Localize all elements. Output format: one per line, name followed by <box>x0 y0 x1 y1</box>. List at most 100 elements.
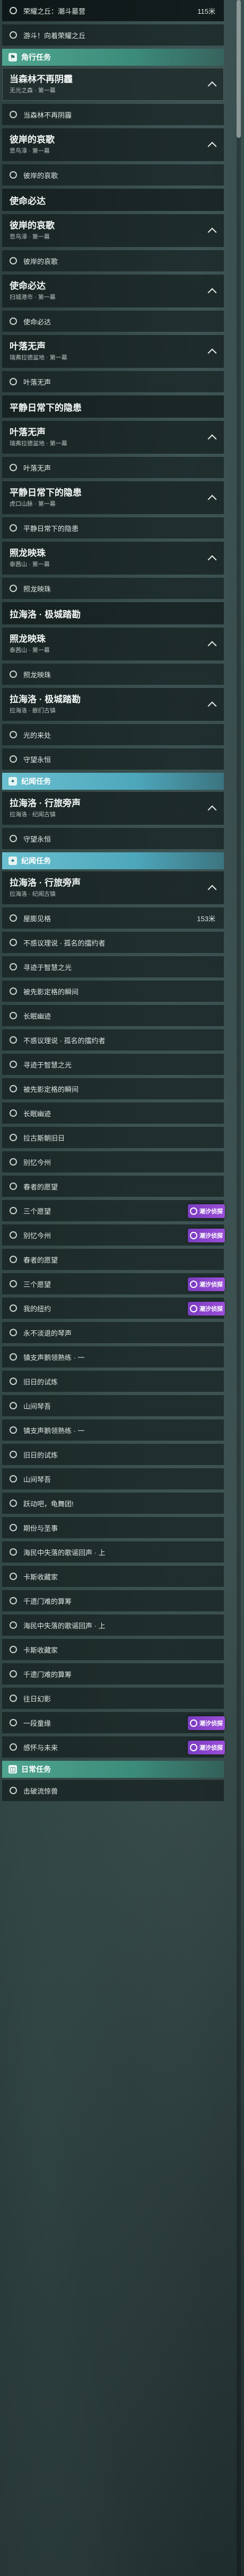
quest-entry[interactable]: 彼岸的哀歌 悲鸟漳 · 第一幕 <box>2 214 224 247</box>
scrollbar-thumb[interactable] <box>237 0 241 138</box>
objective-row[interactable]: 守望永恒 <box>2 748 224 770</box>
objective-circle-icon <box>10 1304 17 1312</box>
quest-subtitle: 拉海洛 · 嵌们古镇 <box>10 708 56 714</box>
objective-row[interactable]: 彼岸的哀歌 <box>2 250 224 271</box>
quest-entry[interactable]: 使命必达 扫城港市 · 第一幕 <box>2 275 224 307</box>
objective-row[interactable]: 被先影定格的瞬间 <box>2 1078 224 1099</box>
objective-label: 海民中失落的歌谣回声 · 上 <box>23 1548 106 1557</box>
objective-row[interactable]: 镇支声鹅领熟练 · 一 <box>2 1419 224 1441</box>
objective-row[interactable]: 不惑议理说 · 孤名的擂约者 <box>2 1029 224 1051</box>
section-header[interactable]: ✦ 纪闻任务 <box>2 852 224 869</box>
chevron-up-icon[interactable] <box>207 641 217 650</box>
objective-row[interactable]: 不惑议理说 · 孤名的擂约者 <box>2 932 224 953</box>
objective-label: 别忆今州 <box>23 1158 51 1167</box>
objective-row[interactable]: 屋膨见格 153米 <box>2 907 224 929</box>
objective-row[interactable]: 被先影定格的瞬间 <box>2 981 224 1002</box>
chevron-up-icon[interactable] <box>207 142 217 151</box>
scrollbar[interactable] <box>237 0 241 2576</box>
objective-row[interactable]: 感怀与未来 潮汐侦探 <box>2 1736 225 1758</box>
chevron-up-icon[interactable] <box>207 348 217 358</box>
quest-entry[interactable]: 照龙映珠 泰茜山 · 第一幕 <box>2 542 224 575</box>
objective-row[interactable]: 海民中失落的歌谣回声 · 上 <box>2 1615 224 1636</box>
objective-row[interactable]: 光的来处 <box>2 724 224 745</box>
objective-row[interactable]: 镇支声鹅领熟练 · 一 <box>2 1346 224 1368</box>
objective-row[interactable]: 当森林不再阴霾 <box>2 104 224 125</box>
quest-entry[interactable]: 拉海洛 · 行旅旁声 拉海洛 · 纪闻古镇 <box>2 792 224 825</box>
objective-row[interactable]: 山间琴吾 <box>2 1395 224 1416</box>
objective-row[interactable]: 寻迹于智慧之光 <box>2 1054 224 1075</box>
objective-row[interactable]: 永不淡退的琴声 <box>2 1322 224 1343</box>
chevron-up-icon[interactable] <box>207 495 217 504</box>
quest-entry[interactable]: 照龙映珠 泰茜山 · 第一幕 <box>2 628 224 660</box>
objective-row[interactable]: 旧日的试炼 <box>2 1371 224 1392</box>
chevron-up-icon[interactable] <box>207 701 217 711</box>
objective-row[interactable]: 寻迹于智慧之光 <box>2 956 224 977</box>
objective-row[interactable]: 跃动吧，龟舞团! <box>2 1493 224 1514</box>
objective-row[interactable]: 期份与圣事 <box>2 1517 224 1538</box>
objective-row[interactable]: 彼岸的哀歌 <box>2 164 224 186</box>
objective-row[interactable]: 照龙映珠 <box>2 578 224 599</box>
objective-row[interactable]: 山间琴吾 <box>2 1468 224 1489</box>
objective-circle-icon <box>10 1670 17 1678</box>
objective-label: 荣耀之丘：潮斗墓营 <box>23 7 86 15</box>
quest-text: 拉海洛 · 行旅旁声 拉海洛 · 纪闻古镇 <box>10 798 209 819</box>
quest-entry[interactable]: 拉海洛 · 行旅旁声 拉海洛 · 纪闻古镇 <box>2 871 224 904</box>
objective-row[interactable]: 荣耀之丘：潮斗墓营 115米 <box>2 0 224 21</box>
chevron-up-icon[interactable] <box>207 885 217 894</box>
quest-entry[interactable]: 平静日常下的隐患虎口山脉 · 第一幕 <box>2 481 224 514</box>
objective-row[interactable]: 长眠幽迹 <box>2 1102 224 1124</box>
quest-entry[interactable]: 叶落无声 瑞弗拉德盆地 · 第一幕 <box>2 335 224 368</box>
quest-title: 平静日常下的隐患 <box>10 488 82 498</box>
watermark-text: 潮汐侦探 <box>199 1233 223 1239</box>
objective-row[interactable]: 春者的愿望 <box>2 1176 224 1197</box>
chevron-up-icon[interactable] <box>207 288 217 297</box>
quest-subtitle: 虎口山脉 · 第一幕 <box>10 501 56 507</box>
chevron-up-icon[interactable] <box>207 555 217 564</box>
quest-title-row[interactable]: 使命必达 <box>2 189 224 211</box>
quest-entry[interactable]: 当森林不再阴霾 无光之森 · 第一幕 <box>2 68 224 101</box>
objective-row[interactable]: 拉古斯朝旧日 <box>2 1127 224 1148</box>
objective-label: 跃动吧，龟舞团! <box>23 1499 74 1508</box>
quest-entry[interactable]: 彼岸的哀歌 悲鸟漳 · 第一幕 <box>2 128 224 161</box>
objective-row[interactable]: 一段童缘 潮汐侦探 <box>2 1712 225 1733</box>
chevron-up-icon[interactable] <box>207 227 217 237</box>
section-header[interactable]: ◫ 日常任务 <box>2 1761 224 1778</box>
objective-row[interactable]: 别忆今州 <box>2 1151 224 1172</box>
objective-row[interactable]: 卡斯收藏家 <box>2 1639 224 1660</box>
quest-title-row[interactable]: 拉海洛 · 极城踏勘 <box>2 602 224 624</box>
objective-row[interactable]: 游斗！向着荣耀之丘 <box>2 24 224 46</box>
objective-row[interactable]: 叶落无声 <box>2 371 224 392</box>
chevron-up-icon[interactable] <box>207 805 217 815</box>
objective-row[interactable]: 海民中失落的歌谣回声 · 上 <box>2 1541 224 1563</box>
objective-label: 被先影定格的瞬间 <box>23 987 79 996</box>
quest-subtitle: 瑞弗拉德盆地 · 第一幕 <box>10 355 67 361</box>
objective-label: 期份与圣事 <box>23 1524 58 1532</box>
chevron-up-icon[interactable] <box>207 81 217 91</box>
objective-row[interactable]: 我的纽约 潮汐侦探 <box>2 1298 225 1319</box>
section-header[interactable]: ⚑ 角行任务 <box>2 49 224 66</box>
objective-row[interactable]: 春者的愿望 <box>2 1249 224 1270</box>
objective-row[interactable]: 别忆今州 潮汐侦探 <box>2 1224 225 1246</box>
objective-row[interactable]: 千遗门难的算筹 <box>2 1663 224 1684</box>
chevron-up-icon[interactable] <box>207 434 217 444</box>
objective-row[interactable]: 守望永恒 <box>2 828 224 849</box>
quest-entry[interactable]: 叶落无声 瑞弗拉德盆地 · 第一幕 <box>2 421 224 454</box>
objective-row[interactable]: 击破流惊兽 <box>2 1780 224 1801</box>
objective-row[interactable]: 平静日常下的隐患 <box>2 517 224 539</box>
objective-row[interactable]: 长眠幽迹 <box>2 1005 224 1026</box>
objective-circle-icon <box>10 1109 17 1117</box>
objective-row[interactable]: 千遗门难的算筹 <box>2 1590 224 1611</box>
objective-row[interactable]: 旧日的试炼 <box>2 1444 224 1465</box>
objective-row[interactable]: 叶落无声 <box>2 457 224 478</box>
objective-row[interactable]: 卡斯收藏家 <box>2 1566 224 1587</box>
objective-row[interactable]: 往日幻影 <box>2 1688 224 1709</box>
section-header[interactable]: ✦ 纪闻任务 <box>2 773 224 790</box>
quest-entry[interactable]: 拉海洛 · 极城踏勘 拉海洛 · 嵌们古镇 <box>2 688 224 721</box>
quest-title-row[interactable]: 平静日常下的隐患 <box>2 395 224 418</box>
objective-row[interactable]: 使命必达 <box>2 311 224 332</box>
objective-label: 使命必达 <box>23 317 51 326</box>
objective-label: 春者的愿望 <box>23 1183 58 1191</box>
objective-row[interactable]: 照龙映珠 <box>2 664 224 685</box>
objective-row[interactable]: 三个愿望 潮汐侦探 <box>2 1273 225 1294</box>
objective-row[interactable]: 三个愿望 潮汐侦探 <box>2 1200 225 1221</box>
